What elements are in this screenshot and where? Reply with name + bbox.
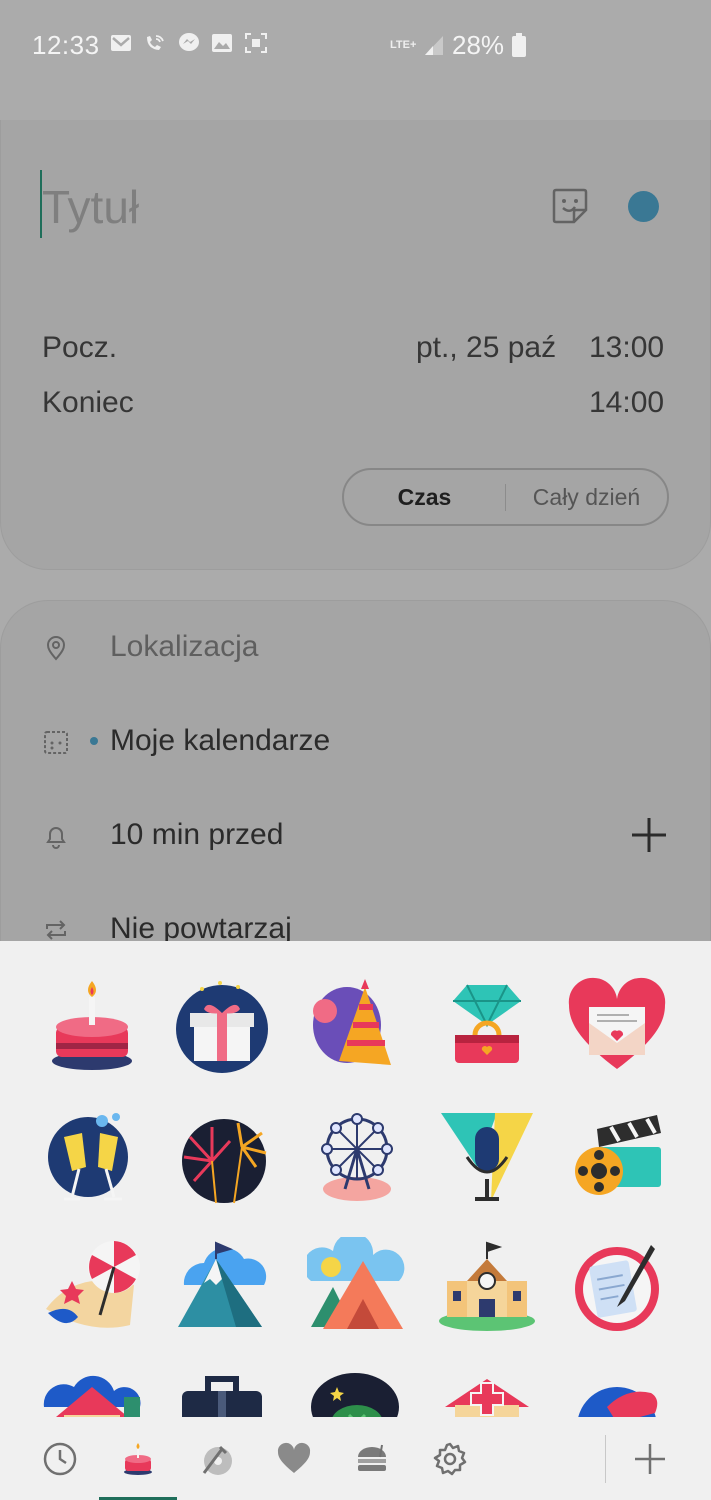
money-sticker[interactable] [307,1367,407,1417]
end-label: Koniec [42,386,134,419]
heart-icon [277,1442,311,1473]
end-time[interactable]: 14:00 [589,386,664,420]
champagne-toast-sticker[interactable] [42,1107,142,1207]
screenshot-icon [245,33,267,53]
tab-love[interactable] [255,1417,333,1500]
fireworks-sticker[interactable] [172,1107,272,1207]
signal-icon [425,36,443,55]
ferris-wheel-sticker[interactable] [307,1107,407,1207]
shoe-sticker[interactable] [567,1367,667,1417]
sticker-button-icon[interactable] [550,186,590,226]
bell-icon [46,827,66,849]
tab-recent[interactable] [21,1417,99,1500]
gallery-icon [212,34,232,52]
burger-icon [358,1444,386,1471]
hospital-sticker[interactable] [437,1367,537,1417]
microphone-sticker[interactable] [437,1107,537,1207]
briefcase-sticker[interactable] [172,1367,272,1417]
engagement-ring-sticker[interactable] [437,977,537,1077]
sticker-grid [0,941,711,1417]
location-input[interactable]: Lokalizacja [110,630,258,664]
party-hat-sticker[interactable] [307,977,407,1077]
tab-celebration[interactable] [99,1417,177,1500]
add-reminder-button[interactable] [630,816,668,854]
camping-tent-sticker[interactable] [307,1237,407,1337]
time-toggle: Czas Cały dzień [342,468,669,526]
battery-percent: 28% [452,29,505,60]
clock-icon [43,1442,77,1475]
status-time: 12:33 [32,30,100,60]
toggle-time-option[interactable]: Czas [344,484,505,511]
tab-separator [605,1435,606,1483]
status-bar: 12:33 LTE+ 28% [0,0,711,90]
mountains-sticker[interactable] [172,1237,272,1337]
tab-hobby[interactable] [177,1417,255,1500]
school-building-sticker[interactable] [437,1237,537,1337]
birthday-cake-sticker[interactable] [42,977,142,1077]
gift-box-sticker[interactable] [172,977,272,1077]
title-input[interactable]: Tytuł [42,180,139,234]
messenger-icon [179,33,199,51]
start-label: Pocz. [42,331,118,364]
network-type: LTE+ [390,38,417,51]
gmail-icon [111,35,131,51]
sticker-panel [0,941,711,1500]
gear-icon [433,1442,467,1475]
love-letter-sticker[interactable] [567,977,667,1077]
repeat-icon [46,920,66,940]
toggle-all-day-option[interactable]: Cały dzień [505,483,667,511]
tab-food[interactable] [333,1417,411,1500]
tab-settings[interactable] [411,1417,489,1500]
calendar-icon [44,731,68,754]
movie-clapper-sticker[interactable] [567,1107,667,1207]
beach-umbrella-sticker[interactable] [42,1237,142,1337]
wifi-call-icon [147,35,164,50]
location-icon [46,636,66,661]
start-time[interactable]: 13:00 [589,331,664,365]
plus-icon [635,1443,665,1474]
guitar-disc-icon [202,1445,232,1475]
house-sticker[interactable] [42,1367,142,1417]
writing-note-sticker[interactable] [567,1237,667,1337]
status-right: LTE+ 28% [390,28,527,62]
battery-icon [512,33,527,57]
reminder-selector[interactable]: 10 min przed [110,818,283,852]
cake-tab-icon [124,1442,152,1475]
add-sticker-pack-button[interactable] [611,1417,689,1500]
event-color-dot[interactable] [628,191,659,222]
calendar-color-dot [90,737,98,745]
start-date[interactable]: pt., 25 paź [416,331,556,365]
calendar-selector[interactable]: Moje kalendarze [110,724,330,758]
sticker-tab-bar [0,1417,711,1500]
